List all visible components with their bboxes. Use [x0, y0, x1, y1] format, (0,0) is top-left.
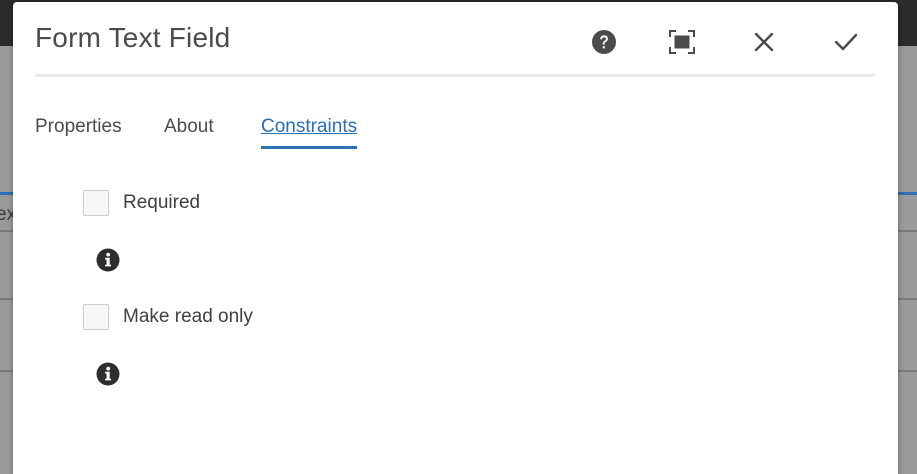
- help-circle-icon: [592, 30, 616, 54]
- tab-about[interactable]: About: [164, 116, 214, 146]
- done-button[interactable]: [828, 24, 864, 60]
- required-info-icon[interactable]: [96, 248, 120, 272]
- close-button[interactable]: [746, 24, 782, 60]
- read-only-field: Make read only: [83, 304, 253, 330]
- info-icon: [96, 248, 120, 272]
- info-icon: [96, 362, 120, 386]
- read-only-info-icon[interactable]: [96, 362, 120, 386]
- required-label[interactable]: Required: [123, 192, 200, 214]
- read-only-checkbox[interactable]: [83, 304, 109, 330]
- close-icon: [754, 32, 774, 52]
- checkmark-icon: [834, 33, 858, 51]
- required-field: Required: [83, 190, 200, 216]
- help-button[interactable]: [586, 24, 622, 60]
- tab-constraints[interactable]: Constraints: [261, 116, 358, 149]
- dialog-header: Form Text Field: [35, 2, 875, 77]
- backdrop-selection-line-left: [0, 192, 14, 195]
- fullscreen-icon: [669, 30, 695, 54]
- read-only-label[interactable]: Make read only: [123, 306, 253, 328]
- required-checkbox[interactable]: [83, 190, 109, 216]
- backdrop-selection-line-right: [897, 192, 917, 195]
- fullscreen-button[interactable]: [664, 24, 700, 60]
- form-text-field-dialog: Form Text Field Properties About Constra…: [13, 2, 898, 474]
- dialog-tabs: Properties About Constraints: [35, 110, 875, 156]
- dialog-title: Form Text Field: [35, 22, 231, 53]
- tab-properties[interactable]: Properties: [35, 116, 122, 146]
